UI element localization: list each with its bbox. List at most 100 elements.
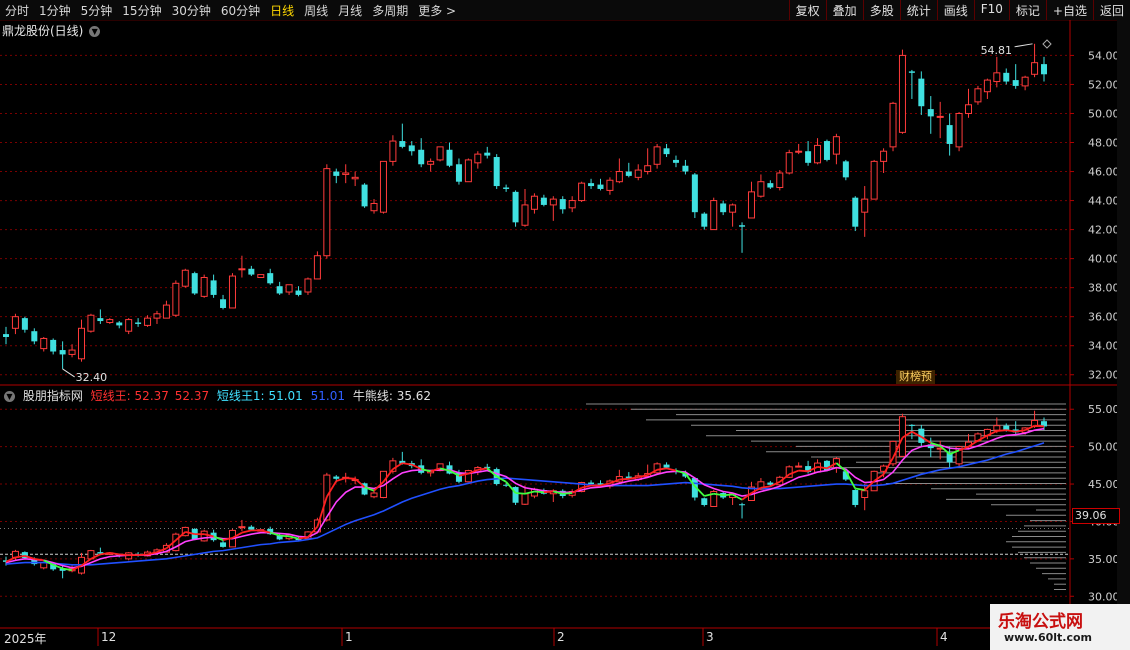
candle-body <box>379 160 387 213</box>
y-tick-label: 45.00 <box>1088 478 1117 491</box>
candle-body <box>210 280 217 295</box>
candle-body <box>936 115 944 118</box>
candle-body <box>399 141 406 147</box>
candle-body <box>597 184 604 189</box>
short-line-segment <box>619 477 629 481</box>
candle-body <box>172 282 180 316</box>
high-marker-arrow <box>1014 43 1033 48</box>
candle-body <box>370 202 378 212</box>
candle-body <box>389 140 397 162</box>
short-line-segment <box>1034 424 1045 428</box>
right-side-strip <box>1117 20 1130 630</box>
short-line-segment <box>515 492 526 495</box>
y-tick-label: 44.00 <box>1088 195 1117 208</box>
candle-body <box>530 195 538 210</box>
y-tick-label: 38.00 <box>1088 282 1117 295</box>
candle-body <box>87 314 95 332</box>
date-month-label: 2 <box>557 630 565 644</box>
candle-body <box>521 204 529 226</box>
candle-body <box>418 149 425 165</box>
short1-line-value: 51.01 <box>268 389 303 403</box>
ind-candle-body <box>333 476 340 479</box>
candle-body <box>974 88 982 103</box>
candle-body <box>776 172 784 189</box>
short-line-segment <box>119 553 129 557</box>
ind-candle-body <box>795 465 803 468</box>
candle-body <box>965 104 973 114</box>
short-line-segment <box>996 429 1007 432</box>
candle-body <box>3 334 9 338</box>
ind-candle-body <box>238 526 246 529</box>
ind-candle-body <box>220 542 227 547</box>
candle-body <box>880 150 888 162</box>
watermark-url: www.60lt.com <box>1004 631 1093 644</box>
candle-body <box>663 148 670 155</box>
candle-body <box>68 349 76 355</box>
y-tick-label: 32.00 <box>1088 369 1117 382</box>
candle-body <box>181 269 189 287</box>
low-price-label: 32.40 <box>76 371 108 384</box>
chevron-down-icon[interactable]: ▼ <box>4 391 15 402</box>
candle-body <box>1041 64 1047 75</box>
short-line-segment <box>354 478 366 488</box>
candle-body <box>672 159 679 163</box>
short-line-segment <box>798 469 809 473</box>
candle-body <box>908 71 915 73</box>
candle-body <box>408 145 415 152</box>
candle-body <box>747 191 755 219</box>
y-tick-label: 34.00 <box>1088 340 1117 353</box>
ind-candle-body <box>588 482 595 485</box>
date-month-label: 4 <box>940 630 948 644</box>
candle-body <box>644 165 652 173</box>
candle-body <box>710 200 718 231</box>
candle-body <box>455 164 462 182</box>
ind-candle-body <box>852 490 859 505</box>
y-tick-label: 55.00 <box>1088 403 1117 416</box>
indicator-title-row: ▼ 股朋指标网 短线王: 52.37 52.37 短线王1: 51.01 51.… <box>2 387 435 404</box>
short-line-segment <box>241 529 252 534</box>
ind-candle-body <box>248 526 255 530</box>
y-tick-label: 35.00 <box>1088 553 1117 566</box>
candle-body <box>238 268 246 271</box>
candle-body <box>1021 76 1029 87</box>
finance-badge[interactable]: 财榜预 <box>896 370 935 384</box>
short-line-segment <box>138 553 148 557</box>
candle-body <box>295 290 302 295</box>
watermark-logo: 乐淘公式网 www.60lt.com <box>990 604 1130 650</box>
candle-body <box>606 179 614 191</box>
candle-body <box>814 144 822 164</box>
candle-body <box>889 102 897 148</box>
candle-body <box>106 319 114 323</box>
candle-body <box>361 184 368 207</box>
candle-body <box>1031 62 1039 75</box>
candle-body <box>125 319 133 332</box>
bull-line-value: 35.62 <box>396 389 432 403</box>
y-tick-label: 50.00 <box>1088 441 1117 454</box>
short-line-segment <box>562 492 573 495</box>
candle-body <box>276 286 283 294</box>
candle-body <box>842 161 849 178</box>
ind-candle-body <box>200 530 208 542</box>
candle-body <box>757 181 765 197</box>
candle-body <box>823 141 830 160</box>
short-line-segment <box>543 490 554 494</box>
y-tick-label: 36.00 <box>1088 311 1117 324</box>
diamond-icon <box>1042 39 1052 49</box>
candle-body <box>946 125 953 144</box>
candle-body <box>333 171 340 176</box>
candle-body <box>588 183 595 187</box>
candle-body <box>739 225 746 227</box>
y-tick-label: 30.00 <box>1088 590 1117 603</box>
candle-body <box>446 149 453 166</box>
candle-body <box>720 203 727 213</box>
candle-body <box>427 160 435 165</box>
short1-line-value2: 51.01 <box>310 389 345 403</box>
ind-candle-body <box>521 493 529 505</box>
candle-body <box>983 79 991 93</box>
candle-body <box>615 171 623 183</box>
watermark-title: 乐淘公式网 <box>998 612 1083 632</box>
kline-chart[interactable]: 54.00 52.00 50.00 48.00 46.00 44.00 42.00 40.00… <box>0 0 1117 650</box>
candle-body <box>512 191 519 223</box>
candle-body <box>653 146 661 165</box>
candle-body <box>59 350 66 355</box>
